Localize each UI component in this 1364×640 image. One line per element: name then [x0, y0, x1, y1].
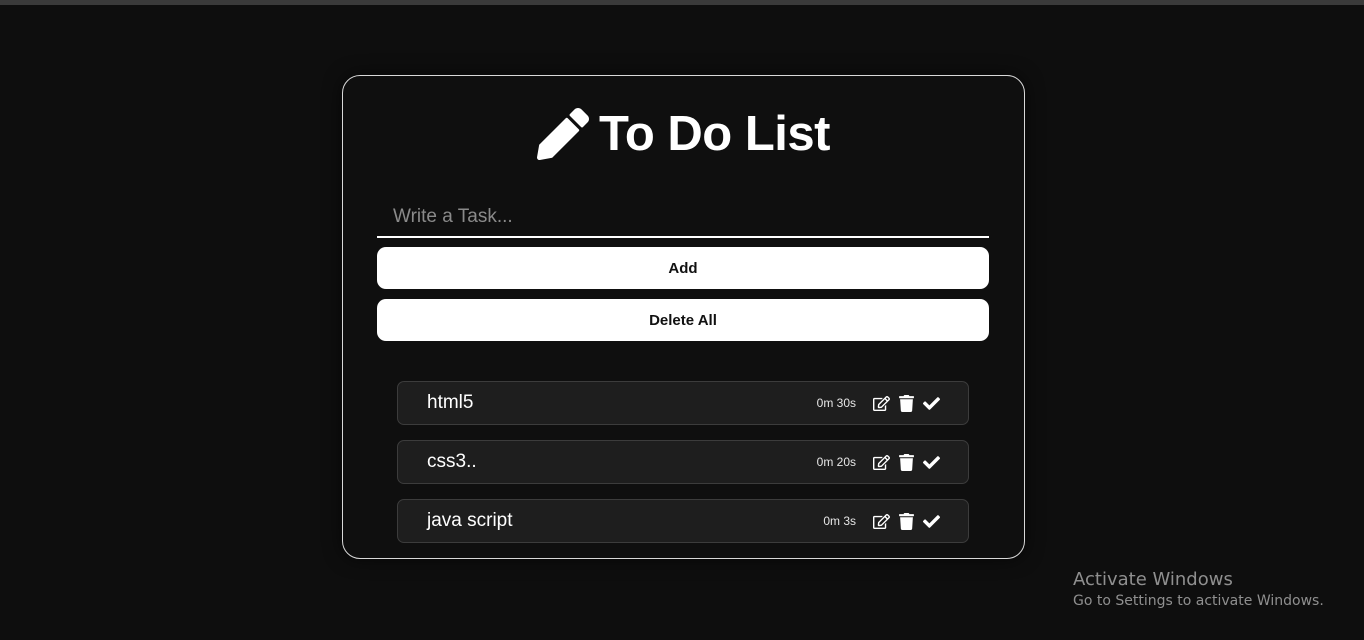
task-name: html5	[427, 392, 474, 413]
edit-icon[interactable]	[873, 454, 890, 471]
page-title: To Do List	[343, 106, 1024, 162]
activate-windows-watermark: Activate Windows Go to Settings to activ…	[1073, 569, 1324, 609]
trash-icon[interactable]	[898, 512, 915, 530]
add-button[interactable]: Add	[377, 247, 989, 289]
title-text: To Do List	[599, 107, 830, 161]
task-timer: 0m 30s	[816, 396, 856, 410]
check-icon[interactable]	[923, 395, 940, 412]
check-icon[interactable]	[923, 454, 940, 471]
edit-icon[interactable]	[873, 395, 890, 412]
edit-icon[interactable]	[873, 513, 890, 530]
task-name: java script	[427, 510, 513, 531]
task-timer: 0m 3s	[823, 514, 856, 528]
trash-icon[interactable]	[898, 394, 915, 412]
trash-icon[interactable]	[898, 453, 915, 471]
task-input[interactable]	[377, 198, 989, 238]
todo-card: To Do List Add Delete All html5 0m 30s c…	[342, 75, 1025, 559]
pencil-icon	[537, 108, 590, 160]
task-item: html5 0m 30s	[397, 381, 969, 425]
task-timer: 0m 20s	[816, 455, 856, 469]
browser-top-strip	[0, 0, 1364, 5]
watermark-title: Activate Windows	[1073, 569, 1233, 590]
task-item: css3.. 0m 20s	[397, 440, 969, 484]
task-item: java script 0m 3s	[397, 499, 969, 543]
check-icon[interactable]	[923, 513, 940, 530]
watermark-subtitle: Go to Settings to activate Windows.	[1073, 593, 1324, 609]
delete-all-button[interactable]: Delete All	[377, 299, 989, 341]
task-list: html5 0m 30s css3.. 0m 20s java script 0…	[397, 381, 969, 558]
task-name: css3..	[427, 451, 477, 472]
